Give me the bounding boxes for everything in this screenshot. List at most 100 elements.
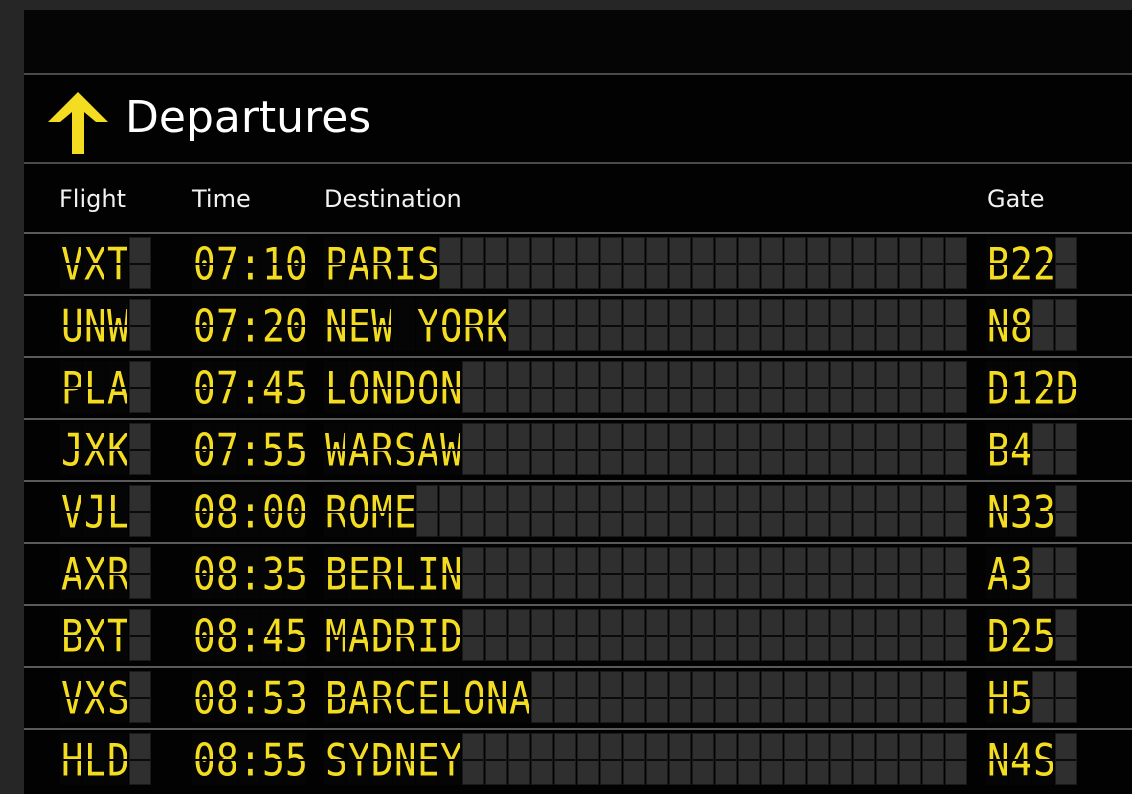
flap-cell [899,733,921,785]
flap-cell: 3 [261,547,283,599]
flap-cell: : [238,733,260,785]
flap-cell [761,237,783,289]
flap-character: R [371,548,392,599]
flap-cell: N [439,547,461,599]
flap-cell [807,671,829,723]
flap-cell [715,299,737,351]
flap-cell [531,609,553,661]
flap-cell: X [83,547,105,599]
flap-cell [1055,609,1077,661]
flap-cell [508,547,530,599]
flap-cell [784,733,806,785]
flap-character: B [325,548,346,599]
flap-cell [485,547,507,599]
flap-cell [738,485,760,537]
flap-character: N [325,300,346,351]
flap-cell [600,547,622,599]
flight-row: PLA07:45LONDOND12D [24,356,1132,418]
flap-character: 0 [193,300,214,351]
flap-character: N [394,734,415,785]
flap-cell: 5 [284,609,306,661]
flap-character: A [348,672,369,723]
flap-cell [600,485,622,537]
flap-cell: J [83,485,105,537]
flap-character: 0 [193,610,214,661]
flap-cell [554,671,576,723]
flap-cell [485,361,507,413]
flap-cell: 3 [1032,485,1054,537]
flap-cell [761,423,783,475]
flap-cell: 4 [261,361,283,413]
row-divider [24,542,1132,544]
flap-cell [692,671,714,723]
flap-character: D [371,610,392,661]
flap-cell [554,609,576,661]
flap-cell [554,485,576,537]
flap-cell: 2 [1032,237,1054,289]
flight-flight-field: PLA [60,361,151,413]
flap-character: 5 [262,734,283,785]
flap-cell: 1 [1009,361,1031,413]
flight-time-field: 08:53 [192,671,306,723]
flap-cell [600,423,622,475]
flap-cell: L [439,671,461,723]
column-header-flight: Flight [59,185,126,213]
flap-cell: D [370,609,392,661]
flap-cell [531,299,553,351]
flap-character: T [107,610,128,661]
flap-character: K [107,424,128,475]
flap-character: W [440,424,461,475]
flap-cell: E [416,733,438,785]
flap-cell: 8 [215,671,237,723]
flap-character: 4 [1010,734,1031,785]
flap-cell [531,733,553,785]
flap-cell: 8 [215,733,237,785]
flap-cell: 0 [284,237,306,289]
flap-cell [669,671,691,723]
flap-character: R [371,238,392,289]
flap-cell [899,609,921,661]
flap-character: O [417,362,438,413]
flap-character: : [239,238,260,289]
flap-cell [462,733,484,785]
flap-cell: S [416,237,438,289]
flap-cell [715,237,737,289]
flap-cell [669,609,691,661]
flap-cell: : [238,485,260,537]
flap-cell: 3 [1009,547,1031,599]
flap-cell: B [986,423,1008,475]
row-divider [24,356,1132,358]
flap-cell [761,361,783,413]
flap-character: 3 [1010,548,1031,599]
flap-cell: K [106,423,128,475]
flap-cell: I [416,547,438,599]
flap-character: 7 [216,362,237,413]
flap-cell: R [370,423,392,475]
flap-character: O [463,672,484,723]
flap-cell: D [106,733,128,785]
flap-cell: O [347,361,369,413]
flap-cell: E [416,671,438,723]
flap-cell [623,237,645,289]
flap-cell [416,485,438,537]
flap-cell: 1 [261,237,283,289]
flap-character: D [1056,362,1077,413]
flap-cell: O [347,485,369,537]
flight-destination-field: MADRID [324,609,967,661]
column-header-destination: Destination [324,185,462,213]
flap-cell [508,733,530,785]
flap-cell [738,671,760,723]
flap-cell: E [393,485,415,537]
flap-character: D [987,362,1008,413]
flap-cell: 8 [215,547,237,599]
flap-cell: W [370,299,392,351]
flap-cell [899,671,921,723]
flap-cell: U [60,299,82,351]
flap-cell [738,361,760,413]
flap-cell [899,299,921,351]
flap-character: H [61,734,82,785]
flap-cell: R [370,547,392,599]
flap-cell [485,733,507,785]
flap-cell: : [238,671,260,723]
flap-cell [876,299,898,351]
